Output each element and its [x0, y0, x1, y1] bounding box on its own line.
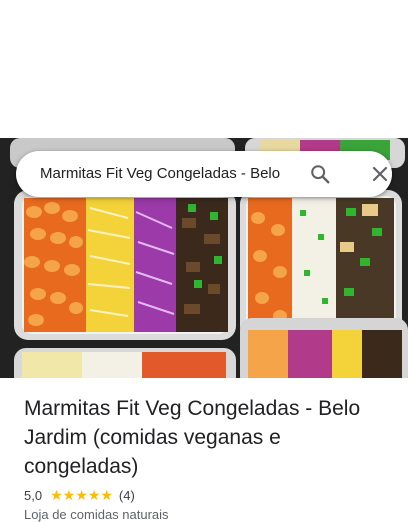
- star-rating: ★ ★ ★ ★ ★: [50, 488, 113, 502]
- close-icon: [372, 166, 388, 182]
- star-icon: ★: [50, 487, 63, 503]
- review-count[interactable]: (4): [119, 488, 135, 503]
- clear-search-button[interactable]: [366, 160, 394, 188]
- place-title: Marmitas Fit Veg Congeladas - Belo Jardi…: [24, 397, 361, 478]
- place-category: Loja de comidas naturais: [24, 507, 169, 522]
- map-blank-area: [0, 0, 408, 138]
- search-box[interactable]: Marmitas Fit Veg Congeladas - Belo: [16, 151, 392, 197]
- rating-row[interactable]: 5,0 ★ ★ ★ ★ ★ (4): [24, 486, 135, 504]
- star-icon: ★: [75, 487, 88, 503]
- search-button[interactable]: [306, 160, 334, 188]
- search-icon: [311, 165, 330, 184]
- search-input[interactable]: Marmitas Fit Veg Congeladas - Belo: [40, 151, 290, 197]
- star-icon: ★: [62, 487, 76, 503]
- star-icon: ★: [100, 487, 113, 503]
- rating-value: 5,0: [24, 487, 43, 503]
- star-icon: ★: [87, 487, 101, 503]
